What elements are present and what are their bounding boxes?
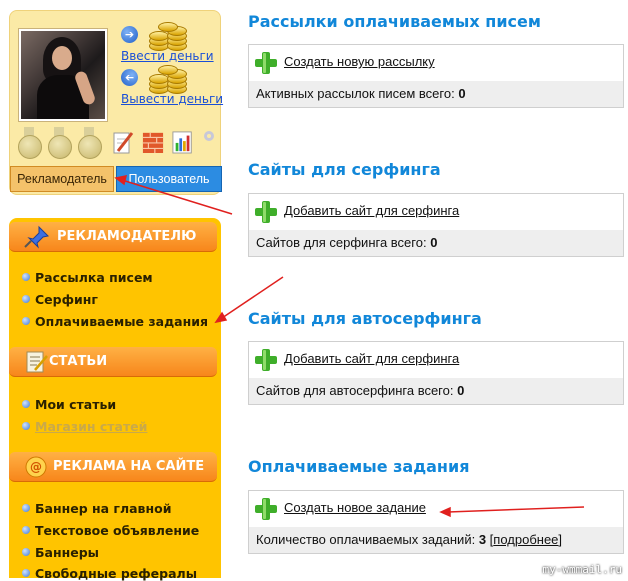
medal-icon xyxy=(18,127,42,159)
create-task-link[interactable]: Создать новое задание xyxy=(284,500,426,515)
menu-header-site-ads[interactable]: @ РЕКЛАМА НА САЙТЕ xyxy=(9,452,217,482)
bullet-icon xyxy=(22,569,30,577)
notepad-icon[interactable] xyxy=(112,129,134,155)
coins-icon xyxy=(145,21,195,51)
ad-icon: @ xyxy=(25,456,47,478)
bullet-icon xyxy=(22,526,30,534)
autosurfing-box: Добавить сайт для серфинга Сайтов для ав… xyxy=(248,341,624,405)
bullet-icon xyxy=(22,295,30,303)
menu-header-label: РЕКЛАМА НА САЙТЕ xyxy=(53,459,205,474)
stat-row: Количество оплачиваемых заданий: 3 [подр… xyxy=(249,527,623,553)
avatar[interactable] xyxy=(19,29,107,121)
stat-value: 0 xyxy=(458,86,466,101)
sidebar-item-surfing[interactable]: Серфинг xyxy=(22,292,98,307)
stat-label: Сайтов для автосерфинга всего: xyxy=(256,383,454,398)
arrow-left-icon[interactable]: ➔ xyxy=(121,69,138,86)
stat-label: Количество оплачиваемых заданий: xyxy=(256,532,476,547)
bullet-icon xyxy=(22,548,30,556)
plus-icon[interactable] xyxy=(255,349,277,371)
advertiser-button[interactable]: Рекламодатель xyxy=(10,166,114,192)
withdraw-row: ➔ Вывести деньги xyxy=(121,65,223,108)
menu-header-label: СТАТЬИ xyxy=(49,354,108,369)
pushpin-icon xyxy=(24,225,50,249)
bullet-icon xyxy=(22,504,30,512)
sidebar-item-article-shop[interactable]: Магазин статей xyxy=(22,419,147,434)
sidebar-item-my-articles[interactable]: Мои статьи xyxy=(22,397,116,412)
sidebar-item-free-referrals[interactable]: Свободные рефералы xyxy=(22,566,197,581)
add-surf-site-link[interactable]: Добавить сайт для серфинга xyxy=(284,203,459,218)
medal-icon xyxy=(48,127,72,159)
deposit-link[interactable]: Ввести деньги xyxy=(121,49,214,63)
watermark: my-wmmail.ru xyxy=(542,563,622,576)
section-title-mailings: Рассылки оплачиваемых писем xyxy=(248,12,541,31)
stat-value: 3 xyxy=(478,532,487,547)
stat-label: Сайтов для серфинга всего: xyxy=(256,235,427,250)
action-row: Добавить сайт для серфинга xyxy=(249,194,623,230)
sidebar-item-banners[interactable]: Баннеры xyxy=(22,545,99,560)
stat-value: 0 xyxy=(430,235,438,250)
stat-row: Активных рассылок писем всего: 0 xyxy=(249,81,623,107)
gear-icon[interactable] xyxy=(202,129,216,143)
menu-header-label: РЕКЛАМОДАТЕЛЮ xyxy=(57,229,197,244)
stat-row: Сайтов для серфинга всего: 0 xyxy=(249,230,623,256)
coins-icon xyxy=(145,64,195,94)
section-title-autosurfing: Сайты для автосерфинга xyxy=(248,309,482,328)
bullet-icon xyxy=(22,400,30,408)
achievements-row xyxy=(18,127,218,163)
deposit-row: ➔ Ввести деньги xyxy=(121,22,221,65)
bricks-icon[interactable] xyxy=(142,129,164,155)
menu-header-advertisers[interactable]: РЕКЛАМОДАТЕЛЮ xyxy=(9,222,217,252)
bullet-icon xyxy=(22,317,30,325)
action-row: Создать новое задание xyxy=(249,491,623,527)
stat-row: Сайтов для автосерфинга всего: 0 xyxy=(249,378,623,404)
article-icon xyxy=(26,351,48,373)
plus-icon[interactable] xyxy=(255,498,277,520)
stat-value: 0 xyxy=(457,383,465,398)
create-mailing-link[interactable]: Создать новую рассылку xyxy=(284,54,435,69)
section-title-paid-tasks: Оплачиваемые задания xyxy=(248,457,470,476)
chart-icon[interactable] xyxy=(172,129,194,155)
svg-text:@: @ xyxy=(30,460,42,474)
sidebar-item-paid-tasks[interactable]: Оплачиваемые задания xyxy=(22,314,208,329)
add-autosurf-site-link[interactable]: Добавить сайт для серфинга xyxy=(284,351,459,366)
paid-tasks-box: Создать новое задание Количество оплачив… xyxy=(248,490,624,554)
stat-label: Активных рассылок писем всего: xyxy=(256,86,455,101)
menu-header-articles[interactable]: СТАТЬИ xyxy=(9,347,217,377)
action-row: Создать новую рассылку xyxy=(249,45,623,81)
action-row: Добавить сайт для серфинга xyxy=(249,342,623,378)
sidebar-item-main-banner[interactable]: Баннер на главной xyxy=(22,501,171,516)
mailings-box: Создать новую рассылку Активных рассылок… xyxy=(248,44,624,108)
user-button[interactable]: Пользователь xyxy=(116,166,222,192)
medal-icon xyxy=(78,127,102,159)
withdraw-link[interactable]: Вывести деньги xyxy=(121,92,223,106)
sidebar-item-mailings[interactable]: Рассылка писем xyxy=(22,270,153,285)
surfing-box: Добавить сайт для серфинга Сайтов для се… xyxy=(248,193,624,257)
arrow-right-icon[interactable]: ➔ xyxy=(121,26,138,43)
bullet-icon xyxy=(22,422,30,430)
section-title-surfing: Сайты для серфинга xyxy=(248,160,441,179)
bullet-icon xyxy=(22,273,30,281)
details-link[interactable]: подробнее xyxy=(493,532,558,547)
plus-icon[interactable] xyxy=(255,201,277,223)
sidebar-item-text-ad[interactable]: Текстовое объявление xyxy=(22,523,199,538)
plus-icon[interactable] xyxy=(255,52,277,74)
